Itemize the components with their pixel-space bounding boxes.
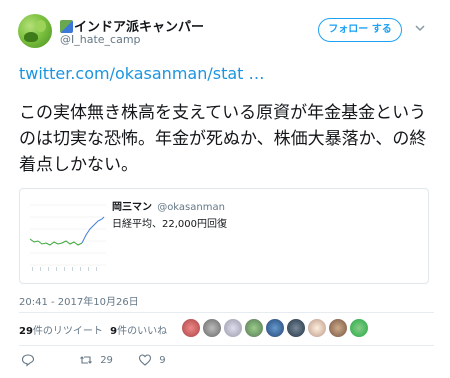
avatar-leaf <box>24 32 38 42</box>
quoted-display-name: 岡三マン <box>112 202 152 213</box>
follow-button[interactable]: フォロー する <box>318 18 402 42</box>
like-button[interactable]: 9 <box>138 352 166 370</box>
retweet-icon <box>80 356 92 364</box>
like-count: 9 <box>159 355 166 366</box>
retweets-label: 件のリツイート <box>32 326 103 337</box>
liker-avatar[interactable] <box>202 318 222 338</box>
liker-avatar[interactable] <box>286 318 306 338</box>
liker-avatar[interactable] <box>349 318 369 338</box>
chevron-down-icon[interactable] <box>414 22 426 34</box>
stock-chart-thumbnail <box>26 195 108 277</box>
retweets-count: 29 <box>19 326 33 337</box>
user-handle[interactable]: @I_hate_camp <box>60 33 141 46</box>
liker-avatar[interactable] <box>328 318 348 338</box>
quoted-user[interactable]: 岡三マン @okasanman <box>112 198 225 213</box>
likes-label: 件のいいね <box>117 326 168 337</box>
retweet-count: 29 <box>100 355 113 366</box>
divider <box>19 345 434 346</box>
reply-button[interactable] <box>21 352 35 370</box>
tweet-text: この実体無き株高を支えている原資が年金基金というのは切実な恐怖。年金が死ぬか、株… <box>19 103 427 175</box>
divider <box>19 312 434 313</box>
tweet-stats: 29件のリツイート 9件のいいね <box>19 322 167 337</box>
liker-avatar[interactable] <box>223 318 243 338</box>
liker-avatar[interactable] <box>265 318 285 338</box>
tweet-timestamp[interactable]: 20:41 - 2017年10月26日 <box>19 293 139 308</box>
tweet-link[interactable]: twitter.com/okasanman/stat … <box>19 64 265 83</box>
liker-avatar[interactable] <box>307 318 327 338</box>
retweets-stat[interactable]: 29件のリツイート <box>19 326 103 337</box>
liker-avatar[interactable] <box>244 318 264 338</box>
heart-icon <box>138 354 152 366</box>
quoted-tweet-card[interactable]: 岡三マン @okasanman 日経平均、22,000円回復 <box>19 188 429 284</box>
quoted-text: 日経平均、22,000円回復 <box>112 219 227 230</box>
plant-avatar-icon[interactable] <box>18 14 52 48</box>
quoted-handle: @okasanman <box>157 202 225 213</box>
retweet-button[interactable]: 29 <box>79 352 113 370</box>
avatar-leaf-small <box>36 20 46 32</box>
tweet-header: インドア派キャンパー @I_hate_camp フォロー する <box>0 0 450 58</box>
likes-stat[interactable]: 9件のいいね <box>110 326 167 337</box>
camping-emoji-icon <box>60 20 73 33</box>
liker-avatar[interactable] <box>181 318 201 338</box>
reply-icon <box>21 354 35 367</box>
tweet-actions: 29 9 <box>19 352 219 372</box>
